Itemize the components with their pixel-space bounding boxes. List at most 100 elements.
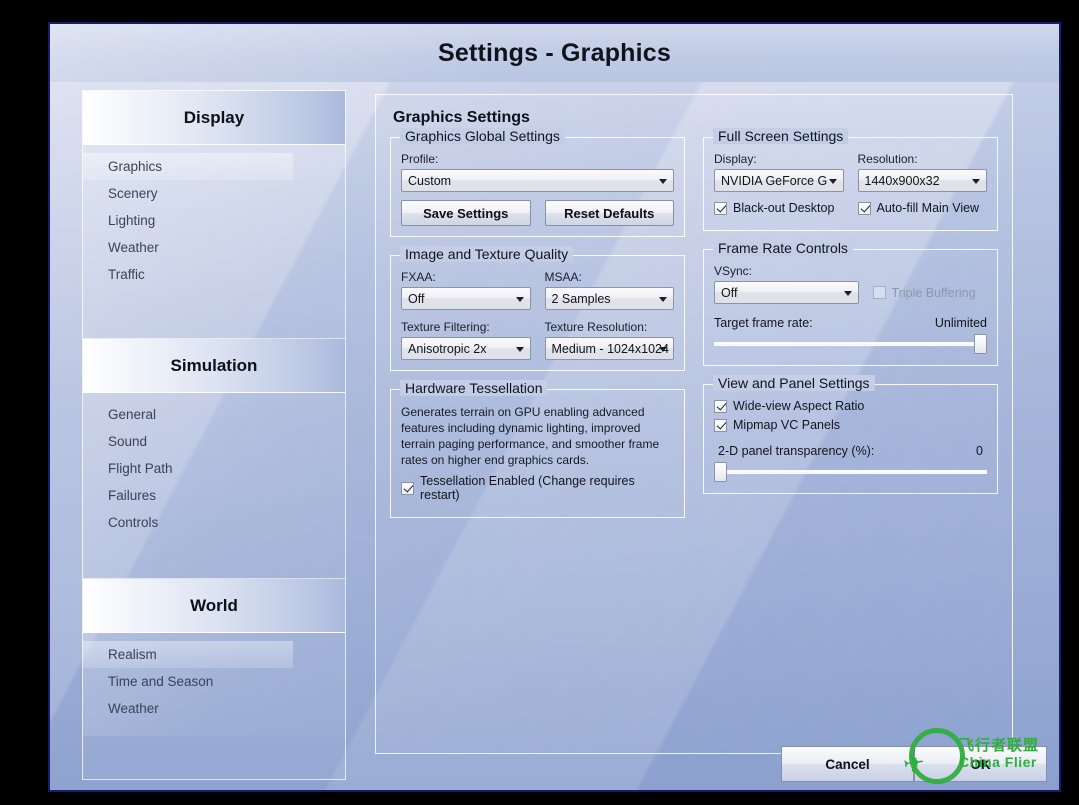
checkbox-icon [872, 286, 886, 299]
group-legend-hardware-tessellation: Hardware Tessellation [400, 380, 548, 396]
fxaa-label: FXAA: [401, 270, 436, 284]
group-legend-full-screen: Full Screen Settings [713, 128, 849, 144]
blackout-desktop-label: Black-out Desktop [733, 201, 835, 215]
slider-track [714, 342, 987, 346]
screen-resolution-select[interactable]: 1440x900x32 [857, 169, 987, 192]
group-hardware-tessellation: Hardware Tessellation Generates terrain … [390, 380, 685, 518]
slider-thumb[interactable] [714, 462, 727, 482]
triple-buffering-checkbox-row: Triple Buffering [872, 281, 988, 304]
slider-thumb[interactable] [974, 334, 987, 354]
sidebar-item-lighting[interactable]: Lighting [83, 207, 345, 234]
display-select[interactable]: NVIDIA GeForce G [714, 169, 844, 192]
chevron-down-icon [659, 346, 667, 352]
checkbox-icon[interactable] [401, 481, 414, 495]
sidebar-item-traffic[interactable]: Traffic [83, 261, 345, 288]
panel-transparency-slider[interactable] [714, 461, 987, 483]
chevron-down-icon [972, 178, 980, 184]
sidebar-item-general[interactable]: General [83, 401, 345, 428]
chevron-down-icon [515, 296, 524, 302]
screen-resolution-select-value: 1440x900x32 [864, 173, 940, 188]
texture-resolution-select[interactable]: Medium - 1024x1024 [544, 337, 674, 360]
group-view-and-panel-settings: View and Panel Settings Wide-view Aspect… [703, 375, 998, 494]
sidebar-item-failures[interactable]: Failures [83, 482, 345, 509]
sidebar-item-graphics[interactable]: Graphics [83, 153, 293, 180]
profile-label: Profile: [401, 152, 439, 166]
sidebar-item-time-and-season[interactable]: Time and Season [83, 668, 345, 695]
group-frame-rate-controls: Frame Rate Controls VSync: Off Triple Bu… [703, 240, 998, 366]
content-title: Graphics Settings [393, 109, 530, 126]
sidebar-item-realism[interactable]: Realism [83, 641, 293, 668]
checkbox-icon[interactable] [714, 418, 727, 432]
tessellation-description: Generates terrain on GPU enabling advanc… [401, 405, 660, 467]
msaa-select-value: 2 Samples [551, 291, 611, 306]
chevron-down-icon [659, 178, 667, 184]
sidebar-item-world-weather[interactable]: Weather [83, 695, 345, 722]
group-legend-frame-rate: Frame Rate Controls [713, 240, 853, 256]
display-select-value: NVIDIA GeForce G [721, 173, 828, 188]
right-column: Full Screen Settings Display: NVIDIA GeF… [703, 128, 998, 536]
graphics-settings-panel: Graphics Settings Graphics Global Settin… [375, 94, 1013, 754]
msaa-select[interactable]: 2 Samples [544, 287, 674, 310]
reset-defaults-button[interactable]: Reset Defaults [544, 200, 674, 226]
sidebar-group-world: Realism Time and Season Weather [83, 633, 345, 736]
checkbox-icon[interactable] [857, 201, 871, 215]
tessellation-enabled-checkbox-row[interactable]: Tessellation Enabled (Change requires re… [401, 474, 674, 502]
sidebar-item-weather[interactable]: Weather [83, 234, 345, 261]
group-legend-image-texture: Image and Texture Quality [400, 246, 574, 262]
chevron-down-icon [515, 346, 524, 352]
autofill-main-view-checkbox-row[interactable]: Auto-fill Main View [857, 201, 988, 215]
group-legend-view-panel: View and Panel Settings [713, 375, 875, 391]
page-title: Settings - Graphics [437, 38, 671, 67]
target-frame-rate-slider[interactable] [714, 333, 987, 355]
checkbox-icon[interactable] [714, 399, 727, 413]
group-graphics-global-settings: Graphics Global Settings Profile: Custom… [390, 128, 685, 237]
settings-dialog: Settings - Graphics Display Graphics Sce… [48, 22, 1061, 792]
group-image-and-texture-quality: Image and Texture Quality FXAA: Off MSAA… [390, 246, 685, 371]
mipmap-vc-panels-label: Mipmap VC Panels [733, 418, 840, 432]
target-frame-rate-label: Target frame rate: [714, 316, 813, 330]
sidebar-header-world: World [83, 579, 345, 633]
screen-resolution-label: Resolution: [857, 152, 918, 166]
sidebar-item-controls[interactable]: Controls [83, 509, 345, 536]
sidebar-item-sound[interactable]: Sound [83, 428, 345, 455]
slider-track [714, 470, 987, 474]
panel-transparency-label: 2-D panel transparency (%): [718, 444, 875, 458]
sidebar-item-flight-path[interactable]: Flight Path [83, 455, 345, 482]
panel-transparency-value: 0 [976, 444, 983, 458]
mipmap-vc-panels-checkbox-row[interactable]: Mipmap VC Panels [714, 418, 987, 432]
wide-view-aspect-ratio-checkbox-row[interactable]: Wide-view Aspect Ratio [714, 399, 987, 413]
profile-select-value: Custom [408, 173, 452, 188]
sidebar-header-display: Display [83, 91, 345, 145]
group-full-screen-settings: Full Screen Settings Display: NVIDIA GeF… [703, 128, 998, 231]
chevron-down-icon [659, 296, 667, 302]
vsync-select-value: Off [721, 285, 738, 300]
fxaa-select[interactable]: Off [401, 287, 531, 310]
sidebar-group-display: Graphics Scenery Lighting Weather Traffi… [83, 145, 345, 339]
texture-resolution-select-value: Medium - 1024x1024 [551, 341, 669, 356]
target-frame-rate-value: Unlimited [934, 316, 987, 330]
texture-filtering-label: Texture Filtering: [401, 320, 490, 334]
sidebar: Display Graphics Scenery Lighting Weathe… [82, 90, 346, 780]
left-column: Graphics Global Settings Profile: Custom… [390, 128, 685, 536]
ok-button[interactable]: OK [914, 746, 1047, 782]
dialog-footer: Cancel OK [50, 746, 1059, 782]
vsync-label: VSync: [714, 264, 753, 278]
chevron-down-icon [843, 290, 852, 296]
texture-filtering-select[interactable]: Anisotropic 2x [401, 337, 531, 360]
cancel-button[interactable]: Cancel [781, 746, 914, 782]
tessellation-enabled-label: Tessellation Enabled (Change requires re… [420, 474, 635, 502]
sidebar-header-simulation: Simulation [83, 339, 345, 393]
autofill-main-view-label: Auto-fill Main View [876, 201, 980, 215]
display-label: Display: [714, 152, 757, 166]
chevron-down-icon [828, 178, 837, 184]
checkbox-icon[interactable] [714, 201, 727, 215]
msaa-label: MSAA: [544, 270, 582, 284]
profile-select[interactable]: Custom [401, 169, 674, 192]
fxaa-select-value: Off [408, 291, 425, 306]
texture-filtering-select-value: Anisotropic 2x [408, 341, 487, 356]
sidebar-group-simulation: General Sound Flight Path Failures Contr… [83, 393, 345, 579]
vsync-select[interactable]: Off [714, 281, 859, 304]
blackout-desktop-checkbox-row[interactable]: Black-out Desktop [714, 201, 844, 215]
save-settings-button[interactable]: Save Settings [401, 200, 531, 226]
sidebar-item-scenery[interactable]: Scenery [83, 180, 345, 207]
